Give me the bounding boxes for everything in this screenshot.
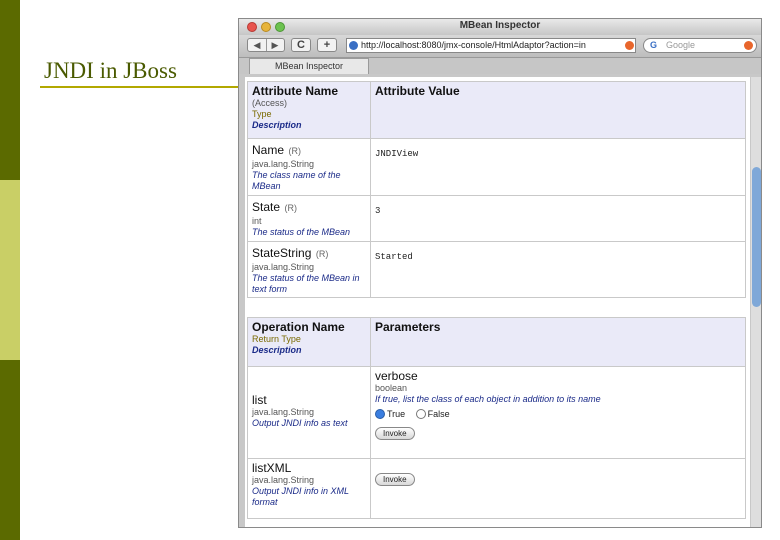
bar-segment-dark xyxy=(0,0,20,180)
table-row: Name (R) java.lang.String The class name… xyxy=(247,138,746,196)
attribute-access: (R) xyxy=(315,249,329,259)
attribute-value: Started xyxy=(370,241,746,298)
table-row: listXML java.lang.String Output JNDI inf… xyxy=(247,458,746,519)
false-radio-label: False xyxy=(427,408,450,419)
operations-header-row: Operation Name Return Type Description P… xyxy=(247,317,746,367)
url-text[interactable]: http://localhost:8080/jmx-console/HtmlAd… xyxy=(361,40,586,50)
attributes-table: Attribute Name (Access) Type Description… xyxy=(247,81,746,298)
title-underline xyxy=(40,86,240,88)
parameters-cell: Invoke xyxy=(370,458,746,519)
search-engine-icon[interactable]: G xyxy=(650,40,657,50)
parameter-description: If true, list the class of each object i… xyxy=(375,394,601,404)
back-forward-group: ◀ ▶ xyxy=(247,38,285,52)
attribute-type: int xyxy=(252,216,262,226)
operation-name-cell: list java.lang.String Output JNDI info a… xyxy=(247,366,371,459)
attribute-value: 3 xyxy=(370,195,746,242)
vertical-scrollbar[interactable] xyxy=(751,77,761,527)
site-icon xyxy=(349,41,358,50)
attribute-name-header: Attribute Name (Access) Type Description xyxy=(247,81,371,139)
attribute-description: The status of the MBean xyxy=(252,227,351,237)
search-input[interactable]: G Google xyxy=(643,38,757,53)
invoke-list-button[interactable]: Invoke xyxy=(375,427,415,440)
type-heading: Type xyxy=(252,109,272,119)
attribute-name: Name xyxy=(252,143,285,157)
browser-toolbar: ◀ ▶ C + http://localhost:8080/jmx-consol… xyxy=(239,35,761,58)
window-title: MBean Inspector xyxy=(459,20,541,31)
operation-name-cell: listXML java.lang.String Output JNDI inf… xyxy=(247,458,371,519)
parameter-name: verbose xyxy=(375,369,418,383)
attribute-description: The class name of the MBean xyxy=(252,170,341,191)
access-heading: (Access) xyxy=(252,98,288,108)
tab-mbean-inspector[interactable]: MBean Inspector xyxy=(249,58,369,74)
operation-description: Output JNDI info in XML format xyxy=(252,486,349,507)
reload-icon[interactable]: C xyxy=(291,38,311,52)
attribute-access: (R) xyxy=(288,146,301,156)
description-heading: Description xyxy=(252,345,302,355)
operation-name-header: Operation Name Return Type Description xyxy=(247,317,371,367)
attribute-access: (R) xyxy=(284,203,297,213)
scrollbar-thumb[interactable] xyxy=(752,167,761,307)
parameters-cell: verbose boolean If true, list the class … xyxy=(370,366,746,459)
attribute-name-cell: StateString (R) java.lang.String The sta… xyxy=(247,241,371,298)
tab-bar: MBean Inspector xyxy=(239,58,761,74)
search-placeholder: Google xyxy=(666,40,696,50)
parameters-heading: Parameters xyxy=(375,320,441,334)
attribute-name-heading: Attribute Name xyxy=(252,84,339,98)
bar-segment-light xyxy=(0,180,20,360)
attribute-value: JNDIView xyxy=(370,138,746,196)
left-decorative-bar xyxy=(0,0,20,540)
attribute-value-header: Attribute Value xyxy=(370,81,746,139)
attribute-name: StateString xyxy=(252,246,312,260)
attribute-name-cell: Name (R) java.lang.String The class name… xyxy=(247,138,371,196)
operation-return-type: java.lang.String xyxy=(252,407,315,417)
true-radio[interactable] xyxy=(375,408,385,419)
operation-description: Output JNDI info as text xyxy=(252,418,348,428)
table-row: list java.lang.String Output JNDI info a… xyxy=(247,366,746,459)
attribute-type: java.lang.String xyxy=(252,159,315,169)
forward-icon[interactable]: ▶ xyxy=(266,39,284,51)
add-bookmark-icon[interactable]: + xyxy=(317,38,337,52)
attribute-type: java.lang.String xyxy=(252,262,315,272)
attribute-description: The status of the MBean in text form xyxy=(252,273,360,294)
search-go-icon[interactable] xyxy=(744,41,753,50)
operations-table: Operation Name Return Type Description P… xyxy=(247,317,746,519)
attribute-name-cell: State (R) int The status of the MBean xyxy=(247,195,371,242)
address-bar[interactable]: http://localhost:8080/jmx-console/HtmlAd… xyxy=(346,38,636,53)
operation-name-heading: Operation Name xyxy=(252,320,345,334)
operation-name: list xyxy=(252,393,267,407)
bar-segment-dark xyxy=(0,360,20,540)
operation-name: listXML xyxy=(252,461,292,475)
table-row: StateString (R) java.lang.String The sta… xyxy=(247,241,746,298)
description-heading: Description xyxy=(252,120,302,130)
attributes-header-row: Attribute Name (Access) Type Description… xyxy=(247,81,746,139)
operation-return-type: java.lang.String xyxy=(252,475,315,485)
attribute-name: State xyxy=(252,200,281,214)
verbose-radio-group: True False xyxy=(375,405,741,423)
table-row: State (R) int The status of the MBean 3 xyxy=(247,195,746,242)
back-icon[interactable]: ◀ xyxy=(248,39,267,51)
parameter-type: boolean xyxy=(375,383,408,393)
slide-title: JNDI in JBoss xyxy=(44,58,177,83)
browser-window: MBean Inspector ◀ ▶ C + http://localhost… xyxy=(238,18,762,528)
page-content: Attribute Name (Access) Type Description… xyxy=(245,77,750,527)
return-type-heading: Return Type xyxy=(252,334,301,344)
window-titlebar: MBean Inspector xyxy=(239,19,761,35)
true-radio-label: True xyxy=(387,408,406,419)
false-radio[interactable] xyxy=(415,408,426,419)
rss-icon[interactable] xyxy=(625,41,634,50)
parameters-header: Parameters xyxy=(370,317,746,367)
invoke-listxml-button[interactable]: Invoke xyxy=(375,473,415,486)
attribute-value-heading: Attribute Value xyxy=(375,84,460,98)
